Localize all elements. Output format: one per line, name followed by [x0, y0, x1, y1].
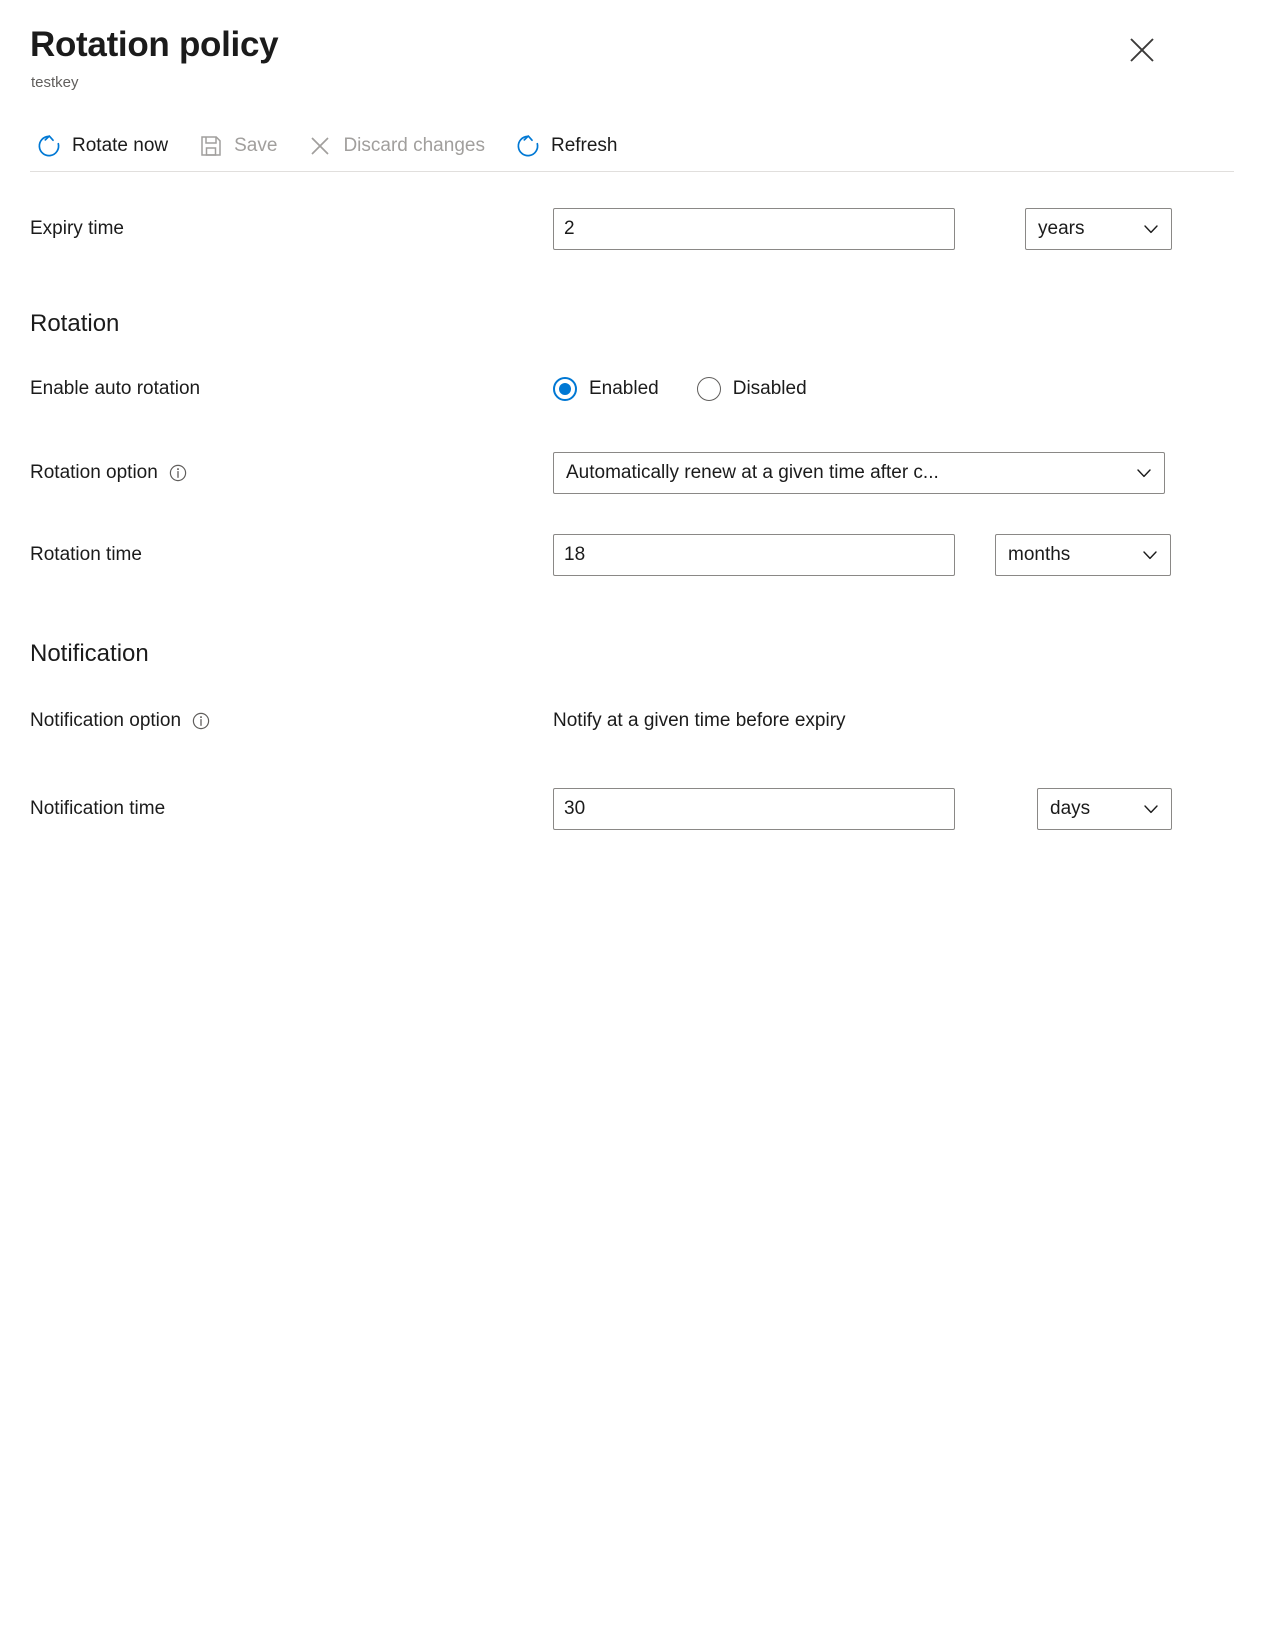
- chevron-down-icon: [1141, 546, 1159, 564]
- rotation-option-label-wrap: Rotation option: [30, 460, 553, 486]
- rotation-time-unit-value: months: [1008, 544, 1070, 566]
- enable-auto-rotation-label: Enable auto rotation: [30, 376, 553, 402]
- discard-changes-label: Discard changes: [337, 134, 485, 158]
- notification-option-label: Notification option: [30, 708, 181, 734]
- rotate-icon: [32, 132, 66, 160]
- notification-section-heading-row: Notification: [30, 638, 1234, 670]
- notification-option-value: Notify at a given time before expiry: [553, 708, 846, 734]
- enable-auto-rotation-radio-group: Enabled Disabled: [553, 376, 845, 402]
- save-label: Save: [228, 134, 277, 158]
- blade-header: Rotation policy testkey: [0, 0, 1264, 93]
- radio-enabled[interactable]: Enabled: [553, 376, 659, 402]
- enable-auto-rotation-row: Enable auto rotation Enabled Disabled: [30, 374, 1234, 404]
- notification-option-label-wrap: Notification option: [30, 708, 553, 734]
- refresh-button[interactable]: Refresh: [509, 124, 630, 168]
- notification-time-row: Notification time days: [30, 788, 1234, 830]
- notification-section-heading: Notification: [30, 638, 149, 670]
- rotation-section-heading: Rotation: [30, 308, 119, 340]
- rotation-option-label: Rotation option: [30, 460, 158, 486]
- rotation-option-value: Automatically renew at a given time afte…: [566, 462, 939, 484]
- discard-changes-button[interactable]: Discard changes: [301, 124, 497, 168]
- rotate-now-label: Rotate now: [66, 134, 168, 158]
- info-icon[interactable]: [191, 711, 211, 731]
- notification-time-unit-value: days: [1050, 798, 1090, 820]
- save-button[interactable]: Save: [192, 124, 289, 168]
- rotation-time-input[interactable]: [553, 534, 955, 576]
- expiry-time-unit-dropdown[interactable]: years: [1025, 208, 1172, 250]
- expiry-time-label: Expiry time: [30, 216, 553, 242]
- discard-icon: [303, 132, 337, 160]
- save-icon: [194, 132, 228, 160]
- notification-time-unit-dropdown[interactable]: days: [1037, 788, 1172, 830]
- radio-disabled[interactable]: Disabled: [697, 376, 807, 402]
- rotation-time-label: Rotation time: [30, 542, 553, 568]
- expiry-time-input[interactable]: [553, 208, 955, 250]
- close-icon[interactable]: [1120, 28, 1164, 72]
- rotation-option-row: Rotation option Automatically renew at a…: [30, 452, 1234, 494]
- expiry-time-row: Expiry time years: [30, 208, 1234, 250]
- radio-enabled-label: Enabled: [589, 376, 659, 402]
- refresh-icon: [511, 132, 545, 160]
- command-bar: Rotate now Save Discard changes: [0, 121, 1264, 171]
- rotation-policy-form: Expiry time years Rotation Ena: [0, 194, 1264, 830]
- radio-disabled-label: Disabled: [733, 376, 807, 402]
- rotation-option-dropdown[interactable]: Automatically renew at a given time afte…: [553, 452, 1165, 494]
- page-subtitle: testkey: [31, 73, 1234, 93]
- command-bar-divider: [30, 171, 1234, 172]
- page-title: Rotation policy: [30, 22, 1234, 67]
- chevron-down-icon: [1142, 220, 1160, 238]
- rotate-now-button[interactable]: Rotate now: [30, 124, 180, 168]
- chevron-down-icon: [1135, 464, 1153, 482]
- radio-disabled-mark: [697, 377, 721, 401]
- rotation-policy-blade: Rotation policy testkey Rotate now: [0, 0, 1264, 1650]
- notification-option-row: Notification option Notify at a given ti…: [30, 706, 1234, 736]
- notification-time-label: Notification time: [30, 796, 553, 822]
- rotation-section-heading-row: Rotation: [30, 308, 1234, 340]
- chevron-down-icon: [1142, 800, 1160, 818]
- info-icon[interactable]: [168, 463, 188, 483]
- radio-enabled-mark: [553, 377, 577, 401]
- rotation-time-unit-dropdown[interactable]: months: [995, 534, 1171, 576]
- expiry-time-unit-value: years: [1038, 218, 1084, 240]
- refresh-label: Refresh: [545, 134, 618, 158]
- rotation-time-row: Rotation time months: [30, 534, 1234, 576]
- notification-time-input[interactable]: [553, 788, 955, 830]
